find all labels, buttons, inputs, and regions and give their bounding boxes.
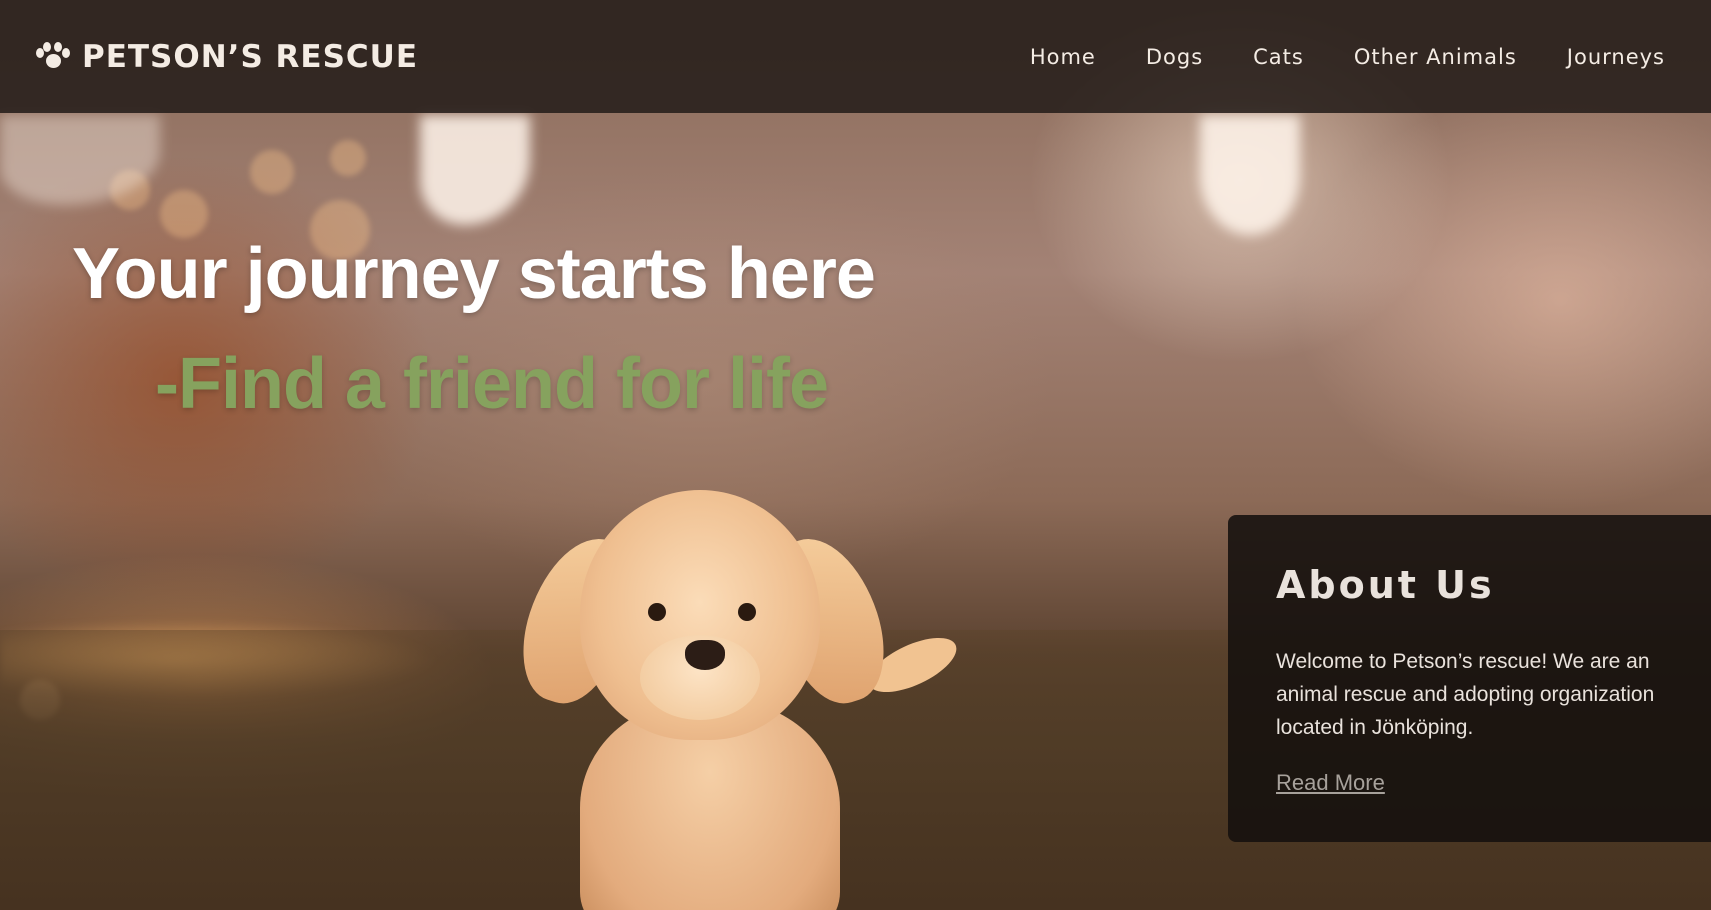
nav-link-dogs[interactable]: Dogs (1121, 45, 1228, 69)
about-title: About Us (1276, 563, 1495, 607)
bokeh-light (330, 140, 366, 176)
about-us-card: About Us Welcome to Petson’s rescue! We … (1228, 515, 1711, 842)
nav-link-home[interactable]: Home (1005, 45, 1121, 69)
bokeh-light (250, 150, 294, 194)
hero-headline: Your journey starts here (72, 234, 876, 314)
brand-name: PETSON’S RESCUE (82, 38, 419, 75)
paw-icon (36, 41, 70, 72)
hero-subline: -Find a friend for life (155, 344, 829, 424)
brand-logo[interactable]: PETSON’S RESCUE (36, 39, 418, 75)
puppy-eye-left (648, 603, 666, 621)
puppy-nose (685, 640, 725, 670)
sky-highlight (420, 115, 530, 225)
nav-link-journeys[interactable]: Journeys (1542, 45, 1675, 69)
bokeh-light (160, 190, 208, 238)
nav-link-other-animals[interactable]: Other Animals (1329, 45, 1542, 69)
puppy-image (506, 490, 965, 910)
read-more-link[interactable]: Read More (1276, 770, 1385, 796)
top-navbar: PETSON’S RESCUE Home Dogs Cats Other Ani… (0, 0, 1711, 113)
nav-link-cats[interactable]: Cats (1228, 45, 1329, 69)
nav-links: Home Dogs Cats Other Animals Journeys (1005, 45, 1675, 69)
puppy-eye-right (738, 603, 756, 621)
about-text: Welcome to Petson’s rescue! We are an an… (1276, 650, 1655, 739)
sky-highlight (1200, 115, 1300, 235)
